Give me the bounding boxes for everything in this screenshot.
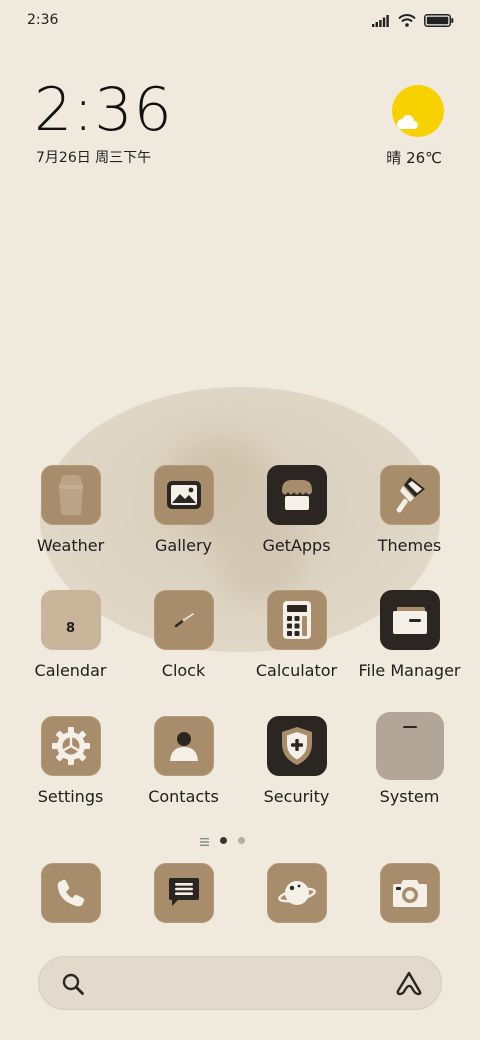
messages-icon — [168, 878, 199, 906]
app-label: Weather — [36, 536, 105, 555]
signal-icon — [372, 12, 390, 31]
app-label: Settings — [37, 787, 104, 806]
app-security[interactable]: Security — [240, 716, 353, 806]
app-label: Gallery — [155, 536, 212, 555]
app-getapps[interactable]: GetApps — [240, 465, 353, 555]
app-themes[interactable]: Themes — [353, 465, 466, 555]
browser-icon — [277, 881, 316, 905]
paintbrush-icon — [396, 477, 425, 513]
status-bar: 2:36 — [0, 0, 480, 42]
app-label: Contacts — [148, 787, 219, 806]
app-label: Calendar — [34, 661, 107, 680]
weather-app-icon — [58, 475, 83, 515]
app-gallery[interactable]: Gallery — [127, 465, 240, 555]
page-indicator[interactable] — [200, 831, 245, 850]
gallery-icon — [166, 481, 201, 509]
contact-person-icon — [169, 732, 198, 761]
calculator-icon — [282, 601, 311, 639]
camera-icon — [392, 880, 427, 907]
store-icon — [281, 480, 312, 510]
app-file-manager[interactable]: File Manager — [353, 590, 466, 680]
search-bar[interactable] — [38, 956, 442, 1010]
weather-widget-text[interactable]: 晴 26℃ — [386, 147, 442, 168]
menu-lines-icon[interactable] — [200, 831, 209, 850]
app-label: Security — [263, 787, 330, 806]
shield-icon — [281, 727, 312, 765]
wifi-icon — [398, 12, 416, 31]
dock-messages[interactable] — [127, 863, 240, 923]
clock-widget-date[interactable]: 7月26日 周三下午 — [36, 147, 151, 167]
app-label: Themes — [377, 536, 442, 555]
page-dot[interactable] — [238, 837, 245, 844]
dock-phone[interactable] — [14, 863, 127, 923]
app-calendar[interactable]: 8 Calendar — [14, 590, 127, 680]
app-settings[interactable]: Settings — [14, 716, 127, 806]
folder-icon — [392, 607, 427, 634]
app-contacts[interactable]: Contacts — [127, 716, 240, 806]
app-calculator[interactable]: Calculator — [240, 590, 353, 680]
app-label: File Manager — [358, 661, 461, 680]
dock-browser[interactable] — [240, 863, 353, 923]
dock-camera[interactable] — [353, 863, 466, 923]
phone-icon — [57, 879, 84, 907]
gear-icon — [51, 727, 90, 765]
app-label: GetApps — [262, 536, 331, 555]
app-clock[interactable]: Clock — [127, 590, 240, 680]
search-icon[interactable] — [61, 972, 85, 1000]
weather-widget-sun-icon[interactable] — [391, 84, 445, 138]
clock-widget-time[interactable]: 2:36 — [34, 80, 173, 140]
clock-icon — [174, 613, 194, 628]
battery-icon — [424, 12, 454, 31]
app-label: System — [379, 787, 440, 806]
folder-system[interactable]: System — [353, 712, 466, 806]
app-label: Clock — [161, 661, 206, 680]
app-weather[interactable]: Weather — [14, 465, 127, 555]
app-label: Calculator — [255, 661, 338, 680]
calendar-day: 8 — [65, 621, 76, 636]
status-time: 2:36 — [27, 12, 59, 28]
page-dot-active[interactable] — [220, 837, 227, 844]
mini-app-icon — [402, 726, 417, 728]
assistant-icon[interactable] — [395, 970, 423, 1000]
